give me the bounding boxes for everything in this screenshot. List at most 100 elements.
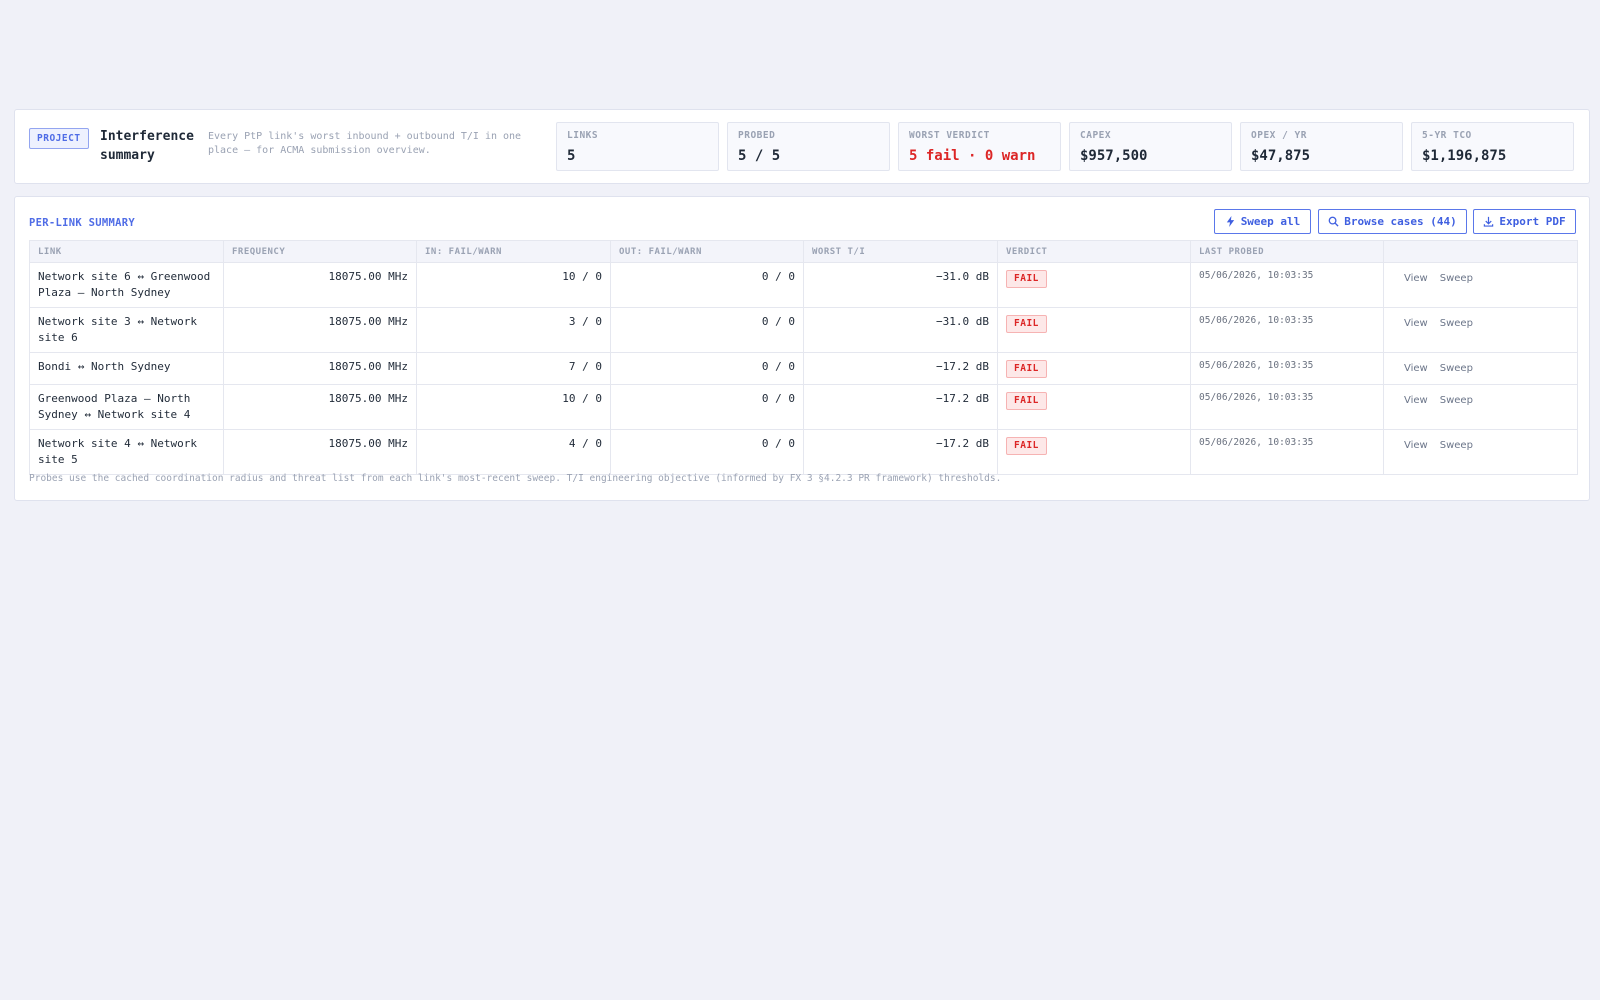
view-link[interactable]: View: [1404, 361, 1428, 377]
column-header-worst-ti: WORST T/I: [803, 240, 998, 263]
cell-worst-ti: −31.0 dB: [803, 262, 998, 308]
cell-link: Bondi ↔ North Sydney: [29, 352, 224, 385]
sweep-link[interactable]: Sweep: [1440, 316, 1473, 332]
cell-verdict: FAIL: [997, 384, 1191, 430]
cell-worst-ti: −17.2 dB: [803, 384, 998, 430]
cell-verdict: FAIL: [997, 262, 1191, 308]
download-icon: [1483, 216, 1494, 227]
stat-probed: PROBED 5 / 5: [727, 122, 890, 171]
cell-in: 7 / 0: [416, 352, 611, 385]
project-badge: PROJECT: [29, 128, 89, 149]
sweep-link[interactable]: Sweep: [1440, 393, 1473, 409]
table-row: Network site 3 ↔ Network site 6 18075.00…: [29, 307, 1578, 353]
sweep-link[interactable]: Sweep: [1440, 271, 1473, 287]
cell-in: 10 / 0: [416, 384, 611, 430]
table-row: Bondi ↔ North Sydney 18075.00 MHz 7 / 0 …: [29, 352, 1578, 385]
cell-last-probed: 05/06/2026, 10:03:35: [1190, 262, 1384, 308]
stat-label: 5-YR TCO: [1422, 130, 1472, 141]
export-pdf-label: Export PDF: [1499, 215, 1566, 228]
status-badge: FAIL: [1006, 392, 1047, 410]
cell-actions: View Sweep: [1383, 384, 1578, 430]
cell-out: 0 / 0: [610, 384, 804, 430]
stat-value: $957,500: [1080, 148, 1148, 164]
sweep-all-label: Sweep all: [1240, 215, 1301, 228]
stat-value: 5 fail · 0 warn: [909, 148, 1036, 164]
project-header-panel: PROJECT Interference summary Every PtP l…: [14, 109, 1590, 184]
cell-frequency: 18075.00 MHz: [223, 384, 417, 430]
cell-last-probed: 05/06/2026, 10:03:35: [1190, 429, 1384, 475]
column-header-actions: [1383, 240, 1578, 263]
per-link-summary-panel: PER-LINK SUMMARY Sweep all Browse cases …: [14, 196, 1590, 501]
sweep-link[interactable]: Sweep: [1440, 438, 1473, 454]
stat-tco: 5-YR TCO $1,196,875: [1411, 122, 1574, 171]
stat-label: PROBED: [738, 130, 776, 141]
cell-in: 3 / 0: [416, 307, 611, 353]
cell-actions: View Sweep: [1383, 262, 1578, 308]
cell-worst-ti: −17.2 dB: [803, 429, 998, 475]
export-pdf-button[interactable]: Export PDF: [1473, 209, 1576, 234]
status-badge: FAIL: [1006, 437, 1047, 455]
footnote: Probes use the cached coordination radiu…: [29, 473, 1002, 484]
cell-verdict: FAIL: [997, 352, 1191, 385]
lightning-icon: [1225, 216, 1236, 227]
cell-in: 10 / 0: [416, 262, 611, 308]
stat-worst-verdict: WORST VERDICT 5 fail · 0 warn: [898, 122, 1061, 171]
stat-label: CAPEX: [1080, 130, 1112, 141]
cell-actions: View Sweep: [1383, 429, 1578, 475]
cell-frequency: 18075.00 MHz: [223, 307, 417, 353]
per-link-table: LINK FREQUENCY IN: FAIL/WARN OUT: FAIL/W…: [29, 240, 1578, 475]
column-header-frequency: FREQUENCY: [223, 240, 417, 263]
status-badge: FAIL: [1006, 360, 1047, 378]
table-row: Network site 6 ↔ Greenwood Plaza — North…: [29, 262, 1578, 308]
stat-capex: CAPEX $957,500: [1069, 122, 1232, 171]
section-title: PER-LINK SUMMARY: [29, 217, 135, 229]
cell-out: 0 / 0: [610, 262, 804, 308]
cell-actions: View Sweep: [1383, 352, 1578, 385]
view-link[interactable]: View: [1404, 316, 1428, 332]
stat-value: $1,196,875: [1422, 148, 1507, 164]
stat-label: WORST VERDICT: [909, 130, 990, 141]
sweep-link[interactable]: Sweep: [1440, 361, 1473, 377]
cell-link: Greenwood Plaza — North Sydney ↔ Network…: [29, 384, 224, 430]
column-header-in: IN: FAIL/WARN: [416, 240, 611, 263]
cell-out: 0 / 0: [610, 307, 804, 353]
page-title: Interference summary: [100, 129, 194, 163]
cell-frequency: 18075.00 MHz: [223, 352, 417, 385]
cell-link: Network site 4 ↔ Network site 5: [29, 429, 224, 475]
stat-label: LINKS: [567, 130, 599, 141]
stat-label: OPEX / YR: [1251, 130, 1307, 141]
cell-link: Network site 6 ↔ Greenwood Plaza — North…: [29, 262, 224, 308]
view-link[interactable]: View: [1404, 393, 1428, 409]
sweep-all-button[interactable]: Sweep all: [1214, 209, 1311, 234]
cell-worst-ti: −17.2 dB: [803, 352, 998, 385]
cell-last-probed: 05/06/2026, 10:03:35: [1190, 352, 1384, 385]
table-row: Greenwood Plaza — North Sydney ↔ Network…: [29, 384, 1578, 430]
cell-last-probed: 05/06/2026, 10:03:35: [1190, 307, 1384, 353]
column-header-link: LINK: [29, 240, 224, 263]
column-header-verdict: VERDICT: [997, 240, 1191, 263]
stat-value: 5 / 5: [738, 148, 781, 164]
status-badge: FAIL: [1006, 315, 1047, 333]
browse-cases-label: Browse cases (44): [1344, 215, 1457, 228]
view-link[interactable]: View: [1404, 438, 1428, 454]
view-link[interactable]: View: [1404, 271, 1428, 287]
cell-verdict: FAIL: [997, 429, 1191, 475]
cell-verdict: FAIL: [997, 307, 1191, 353]
cell-frequency: 18075.00 MHz: [223, 262, 417, 308]
table-row: Network site 4 ↔ Network site 5 18075.00…: [29, 429, 1578, 475]
cell-in: 4 / 0: [416, 429, 611, 475]
column-header-out: OUT: FAIL/WARN: [610, 240, 804, 263]
stat-value: 5: [567, 148, 576, 164]
browse-cases-button[interactable]: Browse cases (44): [1318, 209, 1467, 234]
cell-last-probed: 05/06/2026, 10:03:35: [1190, 384, 1384, 430]
page-description: Every PtP link's worst inbound + outboun…: [208, 131, 522, 156]
cell-out: 0 / 0: [610, 352, 804, 385]
cell-frequency: 18075.00 MHz: [223, 429, 417, 475]
cell-actions: View Sweep: [1383, 307, 1578, 353]
column-header-last-probed: LAST PROBED: [1190, 240, 1384, 263]
cell-out: 0 / 0: [610, 429, 804, 475]
cell-worst-ti: −31.0 dB: [803, 307, 998, 353]
search-icon: [1328, 216, 1339, 227]
table-header-row: LINK FREQUENCY IN: FAIL/WARN OUT: FAIL/W…: [29, 240, 1578, 263]
stat-opex: OPEX / YR $47,875: [1240, 122, 1403, 171]
